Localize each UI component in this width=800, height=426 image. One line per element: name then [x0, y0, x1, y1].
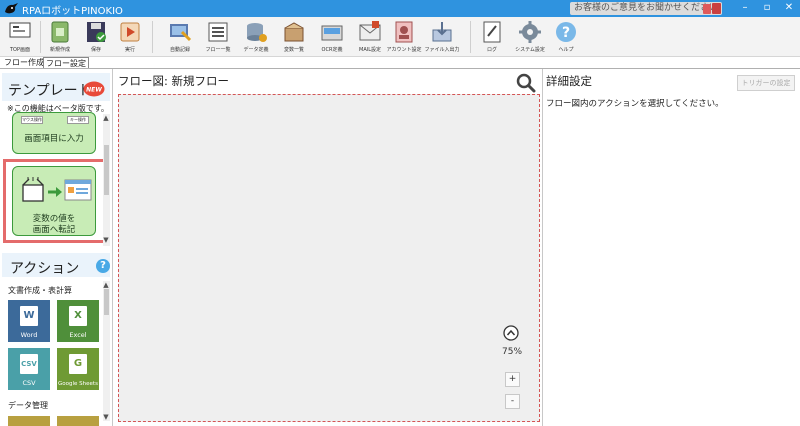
scroll-up-arrow[interactable]: ▲ [102, 281, 110, 289]
action-scroll-thumb[interactable] [104, 289, 109, 315]
toolbar-save-button[interactable]: 保存 [78, 19, 114, 56]
action-tile-partial[interactable] [57, 416, 99, 426]
scroll-up-arrow[interactable]: ▲ [102, 114, 110, 122]
help-icon: ? [556, 22, 576, 42]
svg-text:NEW: NEW [86, 87, 102, 94]
record-icon [170, 24, 192, 42]
toolbar-data-definition-button[interactable]: データ定義 [238, 19, 274, 56]
feedback-link[interactable]: お客様のご意見をお聞かせください [570, 2, 723, 15]
toolbar-file-io-button[interactable]: ファイル入出力 [424, 19, 460, 56]
template-title: テンプレート [8, 83, 92, 99]
maximize-button[interactable]: ▫ [756, 0, 778, 17]
details-message: フロー図内のアクションを選択してください。 [546, 99, 724, 109]
toolbar-new-button[interactable]: 新規作成 [42, 19, 78, 56]
action-word[interactable]: W Word [8, 300, 50, 342]
scroll-down-arrow[interactable]: ▼ [102, 413, 110, 421]
tab-flow-create[interactable]: フロー作成 [2, 57, 46, 68]
variable-list-icon [284, 22, 304, 42]
toolbar-flow-list-button[interactable]: フロー一覧 [200, 19, 236, 56]
file-io-icon [432, 22, 452, 42]
new-file-icon [51, 21, 69, 43]
zoom-out-button[interactable]: - [505, 394, 520, 409]
zoom-level: 75% [502, 347, 523, 357]
toolbar-separator [40, 21, 41, 53]
details-title: 詳細設定 [546, 74, 592, 88]
action-csv[interactable]: CSV CSV [8, 348, 50, 390]
top-screen-icon [9, 22, 31, 38]
minimize-button[interactable]: – [734, 0, 756, 17]
pinokio-logo-icon [5, 3, 18, 14]
toolbar-mail-button[interactable]: MAIL設定 [352, 19, 388, 56]
mini-label: キー操作 [67, 116, 89, 124]
toolbar-variable-list-button[interactable]: 変数一覧 [276, 19, 312, 56]
action-excel[interactable]: X Excel [57, 300, 99, 342]
box-to-screen-icon [22, 177, 92, 202]
close-button[interactable]: ✕ [778, 0, 800, 17]
toolbar-log-button[interactable]: ログ [474, 19, 510, 56]
template-card-label-line2: 画面へ転記 [32, 225, 76, 235]
toolbar-top-screen-button[interactable]: TOP画面 [2, 19, 38, 56]
excel-icon: X [69, 306, 87, 326]
word-icon: W [20, 306, 38, 326]
action-google-sheets[interactable]: G Google Sheets [57, 348, 99, 390]
svg-text:?: ? [562, 25, 570, 41]
tab-underline [0, 68, 800, 69]
toolbar-separator [152, 21, 153, 53]
search-icon[interactable] [516, 73, 536, 93]
mail-icon [359, 21, 381, 41]
zoom-in-button[interactable]: + [505, 372, 520, 387]
template-card-transfer-variable[interactable]: 変数の値を 画面へ転記 [12, 166, 96, 236]
toolbar: TOP画面 新規作成 保存 実行 自動記録 フロー一覧 データ定義 変数一覧 O… [0, 17, 800, 57]
data-definition-icon [247, 23, 267, 42]
toolbar-system-settings-button[interactable]: システム設定 [512, 19, 548, 56]
gear-icon [519, 21, 541, 43]
log-icon [483, 21, 501, 43]
toolbar-separator [470, 21, 471, 53]
title-bar: RPAロボットPINOKIO お客様のご意見をお聞かせください – ▫ ✕ [0, 0, 800, 17]
account-icon [395, 21, 413, 43]
ocr-icon [321, 25, 343, 41]
action-tile-partial[interactable] [8, 416, 50, 426]
template-scroll-thumb[interactable] [104, 145, 109, 195]
template-card-label: 画面項目に入力 [24, 134, 84, 144]
tab-flow-settings[interactable]: フロー設定 [43, 57, 89, 68]
category-label: データ管理 [8, 401, 48, 410]
mini-label: マウス操作 [21, 116, 43, 124]
app-title: RPAロボットPINOKIO [22, 6, 123, 17]
toolbar-run-button[interactable]: 実行 [112, 19, 148, 56]
action-title: アクション [10, 261, 80, 277]
toolbar-account-button[interactable]: アカウント設定 [386, 19, 422, 56]
tab-bar: フロー作成 フロー設定 [0, 57, 800, 68]
scroll-down-arrow[interactable]: ▼ [102, 236, 110, 244]
toolbar-ocr-button[interactable]: OCR定義 [314, 19, 350, 56]
csv-icon: CSV [20, 354, 38, 374]
panel-divider [542, 69, 543, 426]
toolbar-record-button[interactable]: 自動記録 [162, 19, 198, 56]
trigger-settings-button[interactable]: トリガーの設定 [737, 75, 795, 91]
save-icon [87, 22, 106, 42]
scroll-to-top-icon[interactable] [503, 325, 519, 341]
toolbar-help-button[interactable]: ? ヘルプ [548, 19, 584, 56]
template-card-input-screen[interactable]: マウス操作 キー操作 画面項目に入力 [12, 112, 96, 154]
flow-list-icon [208, 22, 228, 42]
new-badge-icon: NEW [83, 81, 105, 97]
google-sheets-icon: G [69, 354, 87, 374]
flow-title: フロー図: 新規フロー [118, 74, 230, 88]
thumbs-icon[interactable] [702, 1, 722, 16]
run-icon [120, 22, 140, 42]
category-label: 文書作成・表計算 [8, 286, 72, 295]
flow-canvas[interactable] [118, 94, 540, 422]
action-help-icon[interactable]: ? [96, 259, 110, 273]
